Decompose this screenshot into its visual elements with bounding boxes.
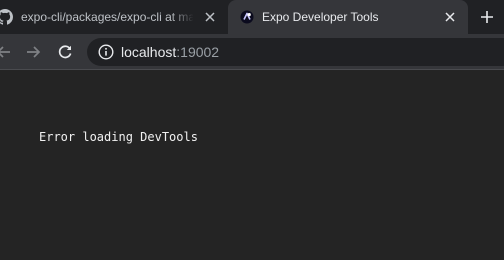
forward-button[interactable] [23,42,43,62]
error-message: Error loading DevTools [39,130,198,144]
url-text[interactable]: localhost:19002 [121,44,219,60]
plus-icon [481,11,493,23]
arrow-right-icon [27,46,41,58]
url-host: localhost [121,44,177,60]
close-icon[interactable] [442,9,458,25]
tab-expo-cli-github[interactable]: expo-cli/packages/expo-cli at master [0,0,226,34]
address-bar[interactable]: localhost:19002 [87,38,504,66]
tab-title: Expo Developer Tools [262,10,379,24]
page-viewport: Error loading DevTools [0,70,504,260]
github-icon [0,9,13,25]
reload-button[interactable] [55,42,75,62]
new-tab-button[interactable] [478,8,496,26]
url-port: :19002 [176,44,220,60]
reload-icon [58,45,72,59]
tab-expo-developer-tools[interactable]: Expo Developer Tools [228,0,468,34]
arrow-left-icon [0,46,10,58]
tab-strip: expo-cli/packages/expo-cli at master Exp… [0,0,504,34]
tab-title-fade [170,8,194,26]
back-button[interactable] [0,42,14,62]
close-icon[interactable] [202,9,218,25]
info-icon[interactable] [98,44,114,60]
expo-icon [240,10,254,24]
tab-title: expo-cli/packages/expo-cli at master [21,10,193,24]
browser-toolbar: localhost:19002 [0,34,504,70]
